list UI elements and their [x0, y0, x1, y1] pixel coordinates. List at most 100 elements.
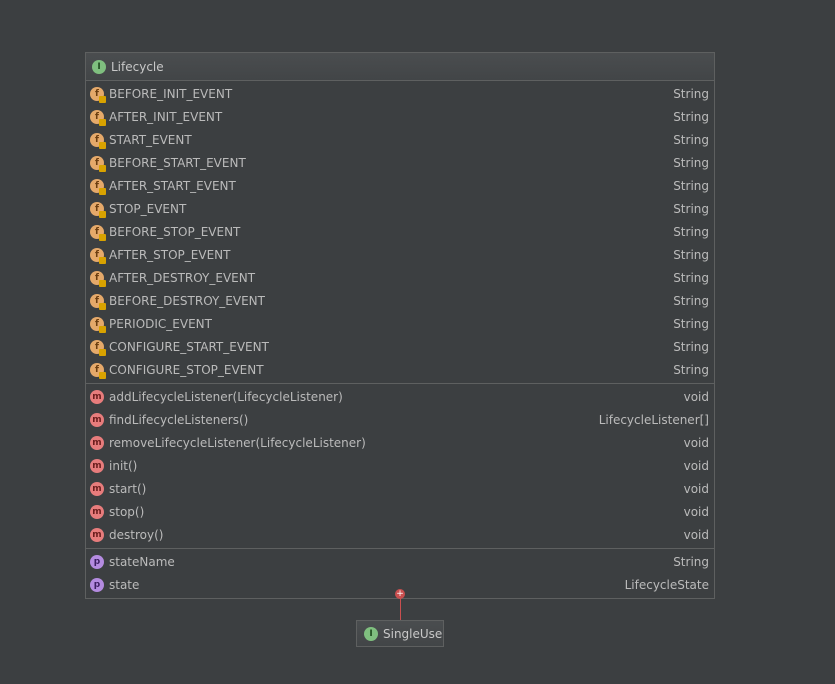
static-final-field-icon: f [90, 155, 106, 172]
member-type: String [673, 339, 709, 354]
field-row[interactable]: f BEFORE_START_EVENT String [86, 151, 714, 174]
method-row[interactable]: m stop() void [86, 500, 714, 523]
member-name: AFTER_STOP_EVENT [109, 247, 231, 262]
field-row[interactable]: f AFTER_STOP_EVENT String [86, 243, 714, 266]
row-left: m start() [90, 481, 147, 496]
member-type: LifecycleState [624, 577, 709, 592]
row-left: f START_EVENT [90, 132, 192, 149]
static-final-badge-icon [99, 187, 106, 195]
static-final-field-icon: f [90, 178, 106, 195]
row-left: m stop() [90, 504, 145, 519]
member-type: String [673, 554, 709, 569]
row-left: f CONFIGURE_STOP_EVENT [90, 362, 264, 379]
member-type: void [683, 481, 709, 496]
method-row[interactable]: m removeLifecycleListener(LifecycleListen… [86, 431, 714, 454]
lifecycle-header[interactable]: I Lifecycle [86, 53, 714, 81]
static-final-field-icon: f [90, 201, 106, 218]
static-final-badge-icon [99, 210, 106, 218]
field-row[interactable]: f START_EVENT String [86, 128, 714, 151]
row-left: f AFTER_STOP_EVENT [90, 247, 231, 264]
method-row[interactable]: m start() void [86, 477, 714, 500]
static-final-badge-icon [99, 302, 106, 310]
member-name: BEFORE_DESTROY_EVENT [109, 293, 265, 308]
method-icon: m [90, 389, 104, 404]
member-name: state [109, 577, 140, 592]
field-row[interactable]: f CONFIGURE_STOP_EVENT String [86, 358, 714, 381]
subclass-name: SingleUse [383, 626, 443, 641]
row-left: m removeLifecycleListener(LifecycleListen… [90, 435, 366, 450]
static-final-field-icon: f [90, 224, 106, 241]
member-name: addLifecycleListener(LifecycleListener) [109, 389, 343, 404]
method-row[interactable]: m init() void [86, 454, 714, 477]
field-row[interactable]: f STOP_EVENT String [86, 197, 714, 220]
static-final-field-icon: f [90, 132, 106, 149]
member-name: start() [109, 481, 147, 496]
row-left: p stateName [90, 554, 175, 569]
static-final-field-icon: f [90, 109, 106, 126]
static-final-field-icon: f [90, 86, 106, 103]
method-row[interactable]: m destroy() void [86, 523, 714, 546]
field-row[interactable]: f BEFORE_INIT_EVENT String [86, 82, 714, 105]
member-name: AFTER_INIT_EVENT [109, 109, 223, 124]
static-final-field-icon: f [90, 270, 106, 287]
field-row[interactable]: f AFTER_INIT_EVENT String [86, 105, 714, 128]
member-name: init() [109, 458, 138, 473]
property-icon: p [90, 554, 104, 569]
member-type: void [683, 504, 709, 519]
static-final-field-icon: f [90, 293, 106, 310]
member-type: void [683, 435, 709, 450]
member-type: void [683, 458, 709, 473]
static-final-badge-icon [99, 371, 106, 379]
static-final-badge-icon [99, 95, 106, 103]
row-left: f AFTER_START_EVENT [90, 178, 236, 195]
row-left: m destroy() [90, 527, 164, 542]
member-type: String [673, 155, 709, 170]
fields-section: f BEFORE_INIT_EVENT String f AFTER_INIT_EVEN… [86, 81, 714, 384]
static-final-badge-icon [99, 233, 106, 241]
static-final-badge-icon [99, 141, 106, 149]
static-final-badge-icon [99, 325, 106, 333]
member-name: BEFORE_START_EVENT [109, 155, 246, 170]
field-row[interactable]: f PERIODIC_EVENT String [86, 312, 714, 335]
member-name: STOP_EVENT [109, 201, 187, 216]
row-left: f BEFORE_INIT_EVENT [90, 86, 233, 103]
member-name: AFTER_DESTROY_EVENT [109, 270, 256, 285]
row-left: f AFTER_INIT_EVENT [90, 109, 223, 126]
member-name: START_EVENT [109, 132, 192, 147]
interface-name: Lifecycle [111, 59, 164, 74]
field-row[interactable]: f CONFIGURE_START_EVENT String [86, 335, 714, 358]
method-row[interactable]: m addLifecycleListener(LifecycleListener)… [86, 385, 714, 408]
method-icon: m [90, 527, 104, 542]
method-row[interactable]: m findLifecycleListeners() LifecycleListen… [86, 408, 714, 431]
method-icon: m [90, 412, 104, 427]
member-name: stateName [109, 554, 175, 569]
row-left: f CONFIGURE_START_EVENT [90, 339, 269, 356]
lifecycle-interface-box[interactable]: I Lifecycle f BEFORE_INIT_EVENT String f AFT… [85, 52, 715, 599]
member-type: String [673, 132, 709, 147]
field-row[interactable]: f BEFORE_STOP_EVENT String [86, 220, 714, 243]
member-name: destroy() [109, 527, 164, 542]
member-name: CONFIGURE_START_EVENT [109, 339, 269, 354]
field-row[interactable]: f AFTER_START_EVENT String [86, 174, 714, 197]
member-name: BEFORE_INIT_EVENT [109, 86, 233, 101]
member-name: AFTER_START_EVENT [109, 178, 236, 193]
propertie-row[interactable]: p stateName String [86, 550, 714, 573]
member-name: stop() [109, 504, 145, 519]
singleuse-interface-box[interactable]: I SingleUse [356, 620, 444, 647]
row-left: f AFTER_DESTROY_EVENT [90, 270, 256, 287]
member-type: String [673, 109, 709, 124]
row-left: m findLifecycleListeners() [90, 412, 249, 427]
field-row[interactable]: f AFTER_DESTROY_EVENT String [86, 266, 714, 289]
field-row[interactable]: f BEFORE_DESTROY_EVENT String [86, 289, 714, 312]
member-name: CONFIGURE_STOP_EVENT [109, 362, 264, 377]
member-name: PERIODIC_EVENT [109, 316, 212, 331]
method-icon: m [90, 481, 104, 496]
static-final-badge-icon [99, 348, 106, 356]
row-left: f BEFORE_STOP_EVENT [90, 224, 240, 241]
member-name: findLifecycleListeners() [109, 412, 249, 427]
method-icon: m [90, 504, 104, 519]
row-left: m addLifecycleListener(LifecycleListener) [90, 389, 343, 404]
interface-icon: I [92, 59, 106, 74]
member-type: String [673, 247, 709, 262]
member-type: String [673, 178, 709, 193]
